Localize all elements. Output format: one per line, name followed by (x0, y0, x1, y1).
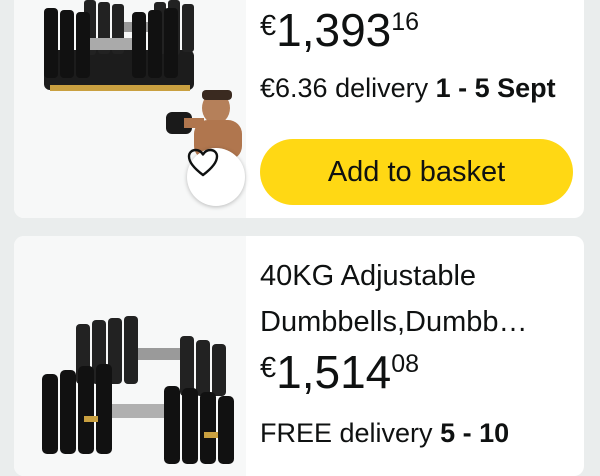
product-title-line: 40KG Adjustable (260, 260, 477, 292)
price: €1,51408 (260, 346, 574, 398)
product-info: €1,39316 €6.36 delivery 1 - 5 Sept (260, 4, 574, 104)
price-whole: 1,514 (276, 346, 392, 398)
product-title-line: Dumbbells,Dumbb… (260, 306, 528, 338)
price: €1,39316 (260, 4, 574, 56)
product-image[interactable] (14, 0, 246, 218)
add-to-basket-button[interactable]: Add to basket (260, 139, 573, 205)
delivery-text: €6.36 delivery (260, 73, 436, 103)
product-card[interactable]: 40KG Adjustable Dumbbells,Dumbb… €1,5140… (14, 236, 584, 476)
price-currency: € (260, 352, 277, 384)
dumbbells-image (42, 316, 234, 464)
price-currency: € (260, 10, 277, 42)
product-info: 40KG Adjustable Dumbbells,Dumbb… €1,5140… (260, 254, 574, 449)
price-whole: 1,393 (276, 4, 392, 56)
product-card[interactable]: €1,39316 €6.36 delivery 1 - 5 Sept Add t… (14, 0, 584, 218)
product-title[interactable]: 40KG Adjustable Dumbbells,Dumbb… (260, 254, 574, 344)
heart-outline-icon (187, 148, 219, 177)
price-fraction: 16 (391, 8, 420, 36)
delivery-dates: 1 - 5 Sept (435, 73, 556, 103)
wishlist-button[interactable] (187, 148, 245, 206)
delivery-info: FREE delivery 5 - 10 (260, 418, 574, 449)
delivery-info: €6.36 delivery 1 - 5 Sept (260, 73, 574, 104)
price-fraction: 08 (391, 350, 420, 378)
delivery-text: FREE delivery (260, 418, 441, 448)
product-image[interactable] (14, 236, 246, 476)
delivery-dates: 5 - 10 (440, 418, 510, 448)
